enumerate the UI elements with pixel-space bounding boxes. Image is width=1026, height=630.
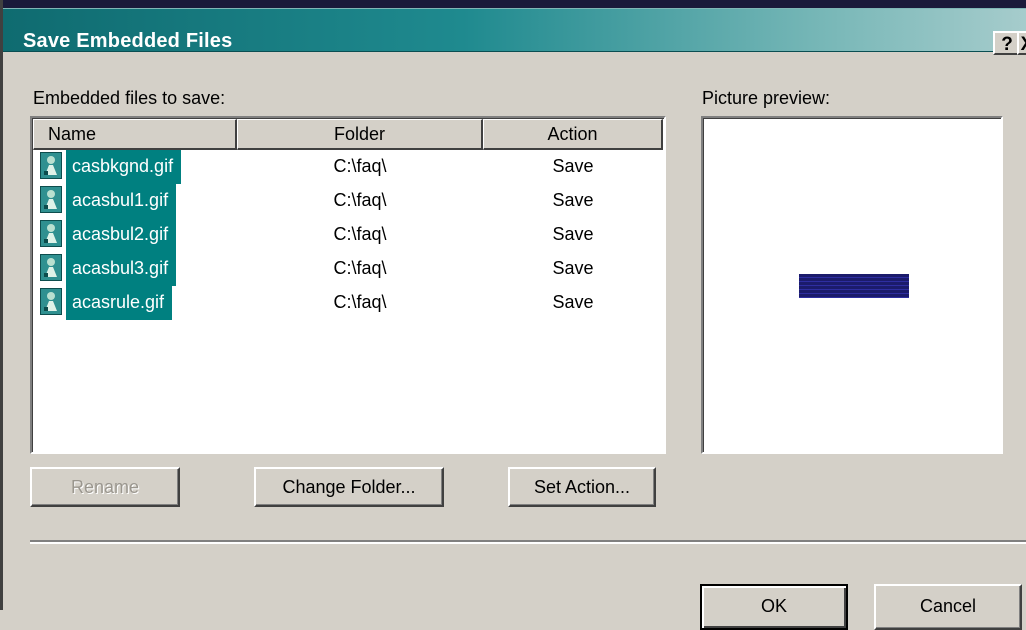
title-bar[interactable]: Save Embedded Files ? X — [3, 8, 1026, 55]
image-file-icon — [40, 220, 62, 247]
table-row[interactable]: acasbul1.gif C:\faq\ Save — [33, 184, 663, 218]
table-row[interactable]: acasbul2.gif C:\faq\ Save — [33, 218, 663, 252]
close-button[interactable]: X — [1017, 31, 1026, 55]
picture-preview-label: Picture preview: — [702, 88, 831, 108]
image-file-icon — [40, 186, 62, 213]
row-folder: C:\faq\ — [333, 292, 387, 312]
embedded-files-list[interactable]: Name Folder Action casbkgnd.gif C:\faq\ Sa… — [30, 116, 666, 454]
row-folder: C:\faq\ — [333, 156, 387, 176]
row-folder: C:\faq\ — [333, 190, 387, 210]
window-top-edge — [0, 0, 1026, 8]
preview-rule-image — [799, 274, 909, 298]
window-left-edge — [0, 0, 3, 610]
column-header-name[interactable]: Name — [33, 119, 237, 150]
embedded-files-label: Embedded files to save: — [33, 88, 226, 108]
row-action: Save — [552, 292, 594, 312]
ok-button[interactable]: OK — [700, 584, 848, 630]
window-title: Save Embedded Files — [23, 30, 233, 52]
table-row[interactable]: acasrule.gif C:\faq\ Save — [33, 286, 663, 320]
table-row[interactable]: casbkgnd.gif C:\faq\ Save — [33, 150, 663, 184]
row-file-name: casbkgnd.gif — [66, 150, 182, 184]
separator-line — [30, 540, 1026, 544]
row-file-name: acasbul3.gif — [66, 252, 177, 286]
list-header: Name Folder Action — [33, 119, 664, 150]
image-file-icon — [40, 152, 62, 179]
row-action: Save — [552, 190, 594, 210]
row-file-name: acasbul1.gif — [66, 184, 177, 218]
rename-button[interactable]: Rename — [30, 467, 180, 507]
row-action: Save — [552, 156, 594, 176]
row-file-name: acasbul2.gif — [66, 218, 177, 252]
image-file-icon — [40, 288, 62, 315]
picture-preview-pane — [701, 116, 1003, 454]
set-action-button[interactable]: Set Action... — [508, 467, 656, 507]
column-header-action[interactable]: Action — [483, 119, 663, 150]
row-folder: C:\faq\ — [333, 258, 387, 278]
row-action: Save — [552, 258, 594, 278]
cancel-button[interactable]: Cancel — [874, 584, 1022, 630]
column-header-folder[interactable]: Folder — [237, 119, 483, 150]
row-file-name: acasrule.gif — [66, 286, 173, 320]
change-folder-button[interactable]: Change Folder... — [254, 467, 444, 507]
row-folder: C:\faq\ — [333, 224, 387, 244]
row-action: Save — [552, 224, 594, 244]
image-file-icon — [40, 254, 62, 281]
table-row[interactable]: acasbul3.gif C:\faq\ Save — [33, 252, 663, 286]
